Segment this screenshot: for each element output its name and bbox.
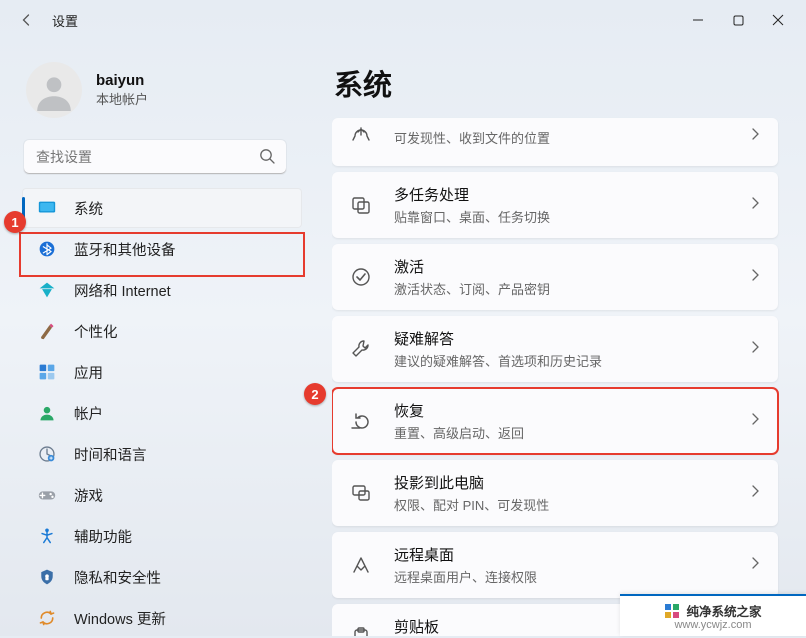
chevron-right-icon — [748, 556, 762, 575]
profile-name: baiyun — [96, 72, 148, 89]
sidebar-item-time-language[interactable]: 时间和语言 — [22, 434, 302, 474]
sidebar-item-label: 应用 — [74, 362, 103, 383]
sidebar-item-label: 辅助功能 — [74, 526, 132, 547]
card-projecting[interactable]: 投影到此电脑 权限、配对 PIN、可发现性 — [332, 460, 778, 526]
activation-icon — [346, 262, 376, 292]
annotation-badge-2: 2 — [304, 383, 326, 405]
sidebar-item-privacy[interactable]: 隐私和安全性 — [22, 557, 302, 597]
troubleshoot-icon — [346, 334, 376, 364]
watermark-line1: 纯净系统之家 — [686, 601, 761, 620]
chevron-right-icon — [748, 340, 762, 359]
sidebar-item-gaming[interactable]: 游戏 — [22, 475, 302, 515]
sidebar-item-label: 个性化 — [74, 321, 118, 342]
window-minimize-button[interactable] — [678, 2, 718, 38]
sidebar-item-bluetooth[interactable]: 蓝牙和其他设备 — [22, 229, 302, 269]
gaming-icon — [36, 484, 58, 506]
time-language-icon — [36, 443, 58, 465]
sidebar-item-label: 帐户 — [74, 403, 103, 424]
sidebar-item-label: Windows 更新 — [74, 608, 166, 629]
bluetooth-icon — [36, 238, 58, 260]
close-icon — [772, 14, 784, 26]
watermark-logo-icon — [664, 603, 680, 619]
card-multitasking[interactable]: 多任务处理 贴靠窗口、桌面、任务切换 — [332, 172, 778, 238]
profile-block[interactable]: baiyun 本地帐户 — [22, 54, 304, 136]
window-title: 设置 — [52, 11, 78, 30]
sidebar-item-accounts[interactable]: 帐户 — [22, 393, 302, 433]
card-activation[interactable]: 激活 激活状态、订阅、产品密钥 — [332, 244, 778, 310]
accessibility-icon — [36, 525, 58, 547]
network-icon — [36, 279, 58, 301]
projecting-icon — [346, 478, 376, 508]
personalization-icon — [36, 320, 58, 342]
card-recovery[interactable]: 恢复 重置、高级启动、返回 — [332, 388, 778, 454]
annotation-badge-1: 1 — [4, 211, 26, 233]
system-icon — [36, 197, 58, 219]
window-maximize-button[interactable] — [718, 2, 758, 38]
search-input[interactable] — [24, 140, 286, 174]
sidebar-item-accessibility[interactable]: 辅助功能 — [22, 516, 302, 556]
card-subtitle: 建议的疑难解答、首选项和历史记录 — [394, 351, 748, 370]
card-subtitle: 激活状态、订阅、产品密钥 — [394, 279, 748, 298]
chevron-right-icon — [748, 412, 762, 431]
chevron-right-icon — [748, 196, 762, 215]
sidebar-item-apps[interactable]: 应用 — [22, 352, 302, 392]
watermark-line2: www.ycwjz.com — [674, 619, 751, 631]
sidebar-item-network[interactable]: 网络和 Internet — [22, 270, 302, 310]
minimize-icon — [692, 14, 704, 26]
sidebar-item-label: 隐私和安全性 — [74, 567, 161, 588]
content-area: 系统 就近共享 可发现性、收到文件的位置 多任务处理 贴靠窗口、桌面、任务切换 — [304, 40, 806, 636]
chevron-right-icon — [748, 484, 762, 503]
card-subtitle: 权限、配对 PIN、可发现性 — [394, 495, 748, 514]
card-title: 投影到此电脑 — [394, 472, 748, 493]
recovery-icon — [346, 406, 376, 436]
chevron-right-icon — [748, 268, 762, 287]
arrow-left-icon — [18, 12, 34, 28]
sidebar-item-label: 系统 — [74, 198, 103, 219]
page-title: 系统 — [334, 62, 778, 104]
search-icon — [259, 148, 276, 170]
clipboard-icon — [346, 622, 376, 636]
sidebar-item-windows-update[interactable]: Windows 更新 — [22, 598, 302, 638]
card-troubleshoot[interactable]: 疑难解答 建议的疑难解答、首选项和历史记录 — [332, 316, 778, 382]
multitasking-icon — [346, 190, 376, 220]
maximize-icon — [733, 15, 744, 26]
sidebar: baiyun 本地帐户 系统 蓝牙和其他设备 网络和 Internet — [6, 40, 304, 636]
sidebar-item-label: 网络和 Internet — [74, 280, 171, 301]
windows-update-icon — [36, 607, 58, 629]
card-title: 远程桌面 — [394, 544, 748, 565]
back-button[interactable] — [8, 2, 44, 38]
share-icon — [346, 121, 376, 151]
card-subtitle: 可发现性、收到文件的位置 — [394, 128, 748, 147]
sidebar-item-label: 蓝牙和其他设备 — [74, 239, 176, 260]
privacy-icon — [36, 566, 58, 588]
card-title: 多任务处理 — [394, 184, 748, 205]
window-close-button[interactable] — [758, 2, 798, 38]
sidebar-item-label: 游戏 — [74, 485, 103, 506]
sidebar-item-label: 时间和语言 — [74, 444, 147, 465]
avatar — [26, 62, 82, 118]
card-title: 恢复 — [394, 400, 748, 421]
card-subtitle: 远程桌面用户、连接权限 — [394, 567, 748, 586]
remote-desktop-icon — [346, 550, 376, 580]
card-subtitle: 贴靠窗口、桌面、任务切换 — [394, 207, 748, 226]
sidebar-item-personalization[interactable]: 个性化 — [22, 311, 302, 351]
watermark: 纯净系统之家 www.ycwjz.com — [620, 594, 806, 636]
card-title: 疑难解答 — [394, 328, 748, 349]
apps-icon — [36, 361, 58, 383]
profile-subtitle: 本地帐户 — [96, 89, 148, 108]
sidebar-item-system[interactable]: 系统 — [22, 188, 302, 228]
card-title: 激活 — [394, 256, 748, 277]
card-nearby-sharing[interactable]: 就近共享 可发现性、收到文件的位置 — [332, 118, 778, 166]
card-subtitle: 重置、高级启动、返回 — [394, 423, 748, 442]
card-remote-desktop[interactable]: 远程桌面 远程桌面用户、连接权限 — [332, 532, 778, 598]
avatar-icon — [33, 69, 75, 111]
chevron-right-icon — [748, 127, 762, 146]
accounts-icon — [36, 402, 58, 424]
